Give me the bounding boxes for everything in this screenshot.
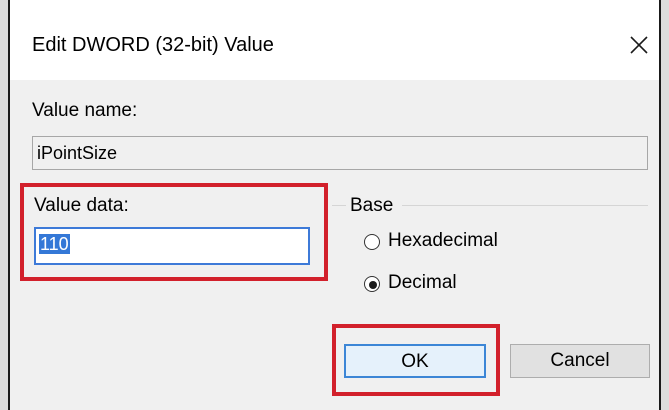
radio-hexadecimal-circle <box>364 234 380 250</box>
dialog-title: Edit DWORD (32-bit) Value <box>32 34 274 56</box>
close-icon <box>630 36 648 54</box>
background-edge-left <box>0 0 8 410</box>
value-name-field: iPointSize <box>32 136 648 170</box>
cancel-button[interactable]: Cancel <box>510 344 650 378</box>
title-bar: Edit DWORD (32-bit) Value <box>10 0 659 80</box>
radio-decimal-circle <box>364 276 380 292</box>
value-name-text: iPointSize <box>37 143 118 163</box>
edit-dword-dialog: Edit DWORD (32-bit) Value Value name: iP… <box>10 0 659 410</box>
value-name-label: Value name: <box>32 100 138 121</box>
radio-decimal-label: Decimal <box>388 272 457 293</box>
ok-button[interactable]: OK <box>344 344 486 378</box>
radio-hexadecimal-label: Hexadecimal <box>388 230 498 251</box>
value-data-label: Value data: <box>34 195 129 216</box>
radio-selected-dot <box>369 281 377 289</box>
base-label: Base <box>350 195 394 216</box>
value-data-text: 110 <box>39 234 70 254</box>
close-button[interactable] <box>622 28 656 62</box>
background-edge-right <box>661 0 669 410</box>
value-data-field[interactable]: 110 <box>34 227 310 265</box>
